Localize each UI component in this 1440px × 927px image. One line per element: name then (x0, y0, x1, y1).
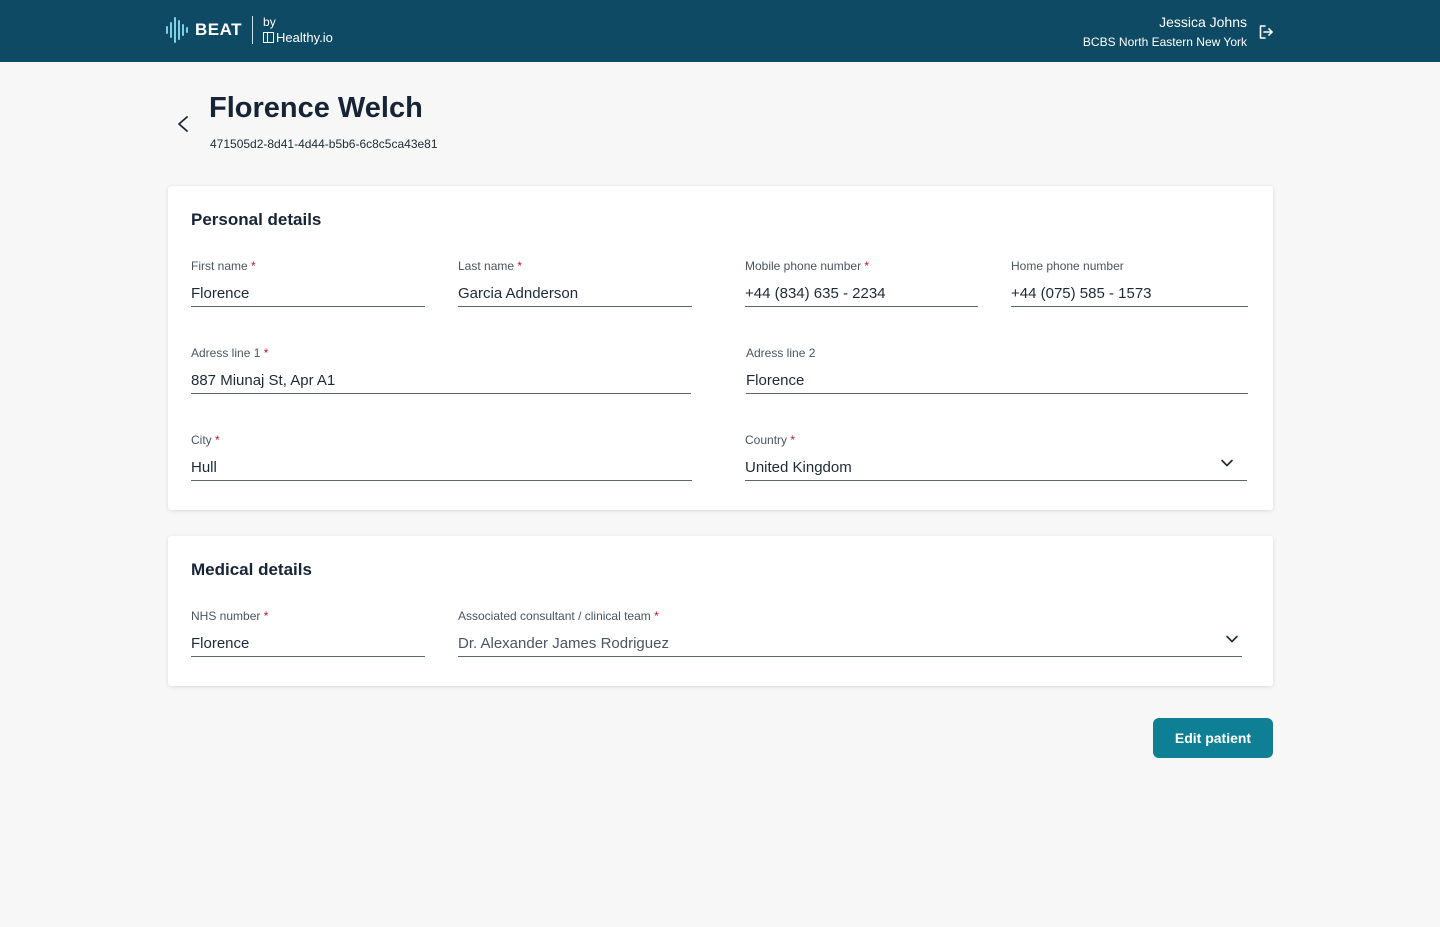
first-name-label: First name * (191, 259, 256, 273)
back-arrow-icon[interactable] (174, 114, 192, 134)
first-name-underline (191, 306, 425, 307)
chevron-down-icon[interactable] (1225, 632, 1239, 646)
waveform-icon (166, 17, 188, 43)
last-name-underline (458, 306, 692, 307)
user-name: Jessica Johns (1159, 14, 1247, 30)
page-title: Florence Welch (209, 92, 423, 124)
city-field[interactable]: City * Hull (191, 432, 692, 481)
mobile-phone-input[interactable]: +44 (834) 635 - 2234 (745, 284, 978, 304)
partner-name: Healthy.io (276, 30, 333, 45)
address-line-2-label: Adress line 2 (746, 346, 816, 360)
nhs-number-label: NHS number * (191, 609, 269, 623)
home-phone-label: Home phone number (1011, 259, 1124, 273)
top-bar: BEAT by Healthy.io Jessica Johns BCBS No… (0, 0, 1440, 62)
logo-divider (252, 16, 254, 44)
address-line-2-underline (746, 393, 1248, 394)
country-label: Country * (745, 433, 796, 447)
country-select[interactable]: Country * United Kingdom (745, 432, 1247, 481)
home-phone-underline (1011, 306, 1248, 307)
home-phone-field[interactable]: Home phone number +44 (075) 585 - 1573 (1011, 258, 1248, 307)
nhs-number-underline (191, 656, 425, 657)
country-value[interactable]: United Kingdom (745, 458, 1247, 478)
consultant-select[interactable]: Associated consultant / clinical team * … (458, 608, 1242, 657)
edit-patient-button[interactable]: Edit patient (1153, 718, 1273, 758)
patient-id: 471505d2-8d41-4d44-b5b6-6c8c5ca43e81 (210, 137, 438, 151)
consultant-label: Associated consultant / clinical team * (458, 609, 659, 623)
medical-details-card: Medical details NHS number * Florence As… (168, 536, 1273, 686)
nhs-number-input[interactable]: Florence (191, 634, 425, 654)
last-name-label: Last name * (458, 259, 523, 273)
city-label: City * (191, 433, 220, 447)
first-name-field[interactable]: First name * Florence (191, 258, 425, 307)
by-label: by (263, 15, 276, 29)
consultant-value[interactable]: Dr. Alexander James Rodriguez (458, 634, 1242, 654)
country-underline (745, 480, 1247, 481)
brand-name: BEAT (195, 20, 243, 39)
address-line-1-label: Adress line 1 * (191, 346, 269, 360)
partner-block: by Healthy.io (263, 16, 333, 44)
first-name-input[interactable]: Florence (191, 284, 425, 304)
address-line-2-field[interactable]: Adress line 2 Florence (746, 345, 1248, 394)
chevron-down-icon[interactable] (1220, 456, 1234, 470)
address-line-1-input[interactable]: 887 Miunaj St, Apr A1 (191, 371, 691, 391)
partner-logo: Healthy.io (263, 31, 333, 44)
personal-details-title: Personal details (191, 210, 322, 229)
home-phone-input[interactable]: +44 (075) 585 - 1573 (1011, 284, 1248, 304)
city-underline (191, 480, 692, 481)
address-line-1-underline (191, 393, 691, 394)
user-organization: BCBS North Eastern New York (1082, 35, 1247, 49)
consultant-underline (458, 656, 1242, 657)
mobile-phone-underline (745, 306, 978, 307)
healthy-icon (263, 32, 275, 43)
last-name-field[interactable]: Last name * Garcia Adnderson (458, 258, 692, 307)
mobile-phone-field[interactable]: Mobile phone number * +44 (834) 635 - 22… (745, 258, 978, 307)
city-input[interactable]: Hull (191, 458, 692, 478)
nhs-number-field[interactable]: NHS number * Florence (191, 608, 425, 657)
logout-icon[interactable] (1258, 24, 1274, 40)
personal-details-card: Personal details First name * Florence L… (168, 186, 1273, 510)
mobile-phone-label: Mobile phone number * (745, 259, 870, 273)
last-name-input[interactable]: Garcia Adnderson (458, 284, 692, 304)
user-info: Jessica Johns BCBS North Eastern New Yor… (1083, 14, 1247, 50)
address-line-2-input[interactable]: Florence (746, 371, 1248, 391)
medical-details-title: Medical details (191, 560, 312, 579)
beat-logo[interactable]: BEAT by Healthy.io (165, 14, 333, 46)
address-line-1-field[interactable]: Adress line 1 * 887 Miunaj St, Apr A1 (191, 345, 691, 394)
